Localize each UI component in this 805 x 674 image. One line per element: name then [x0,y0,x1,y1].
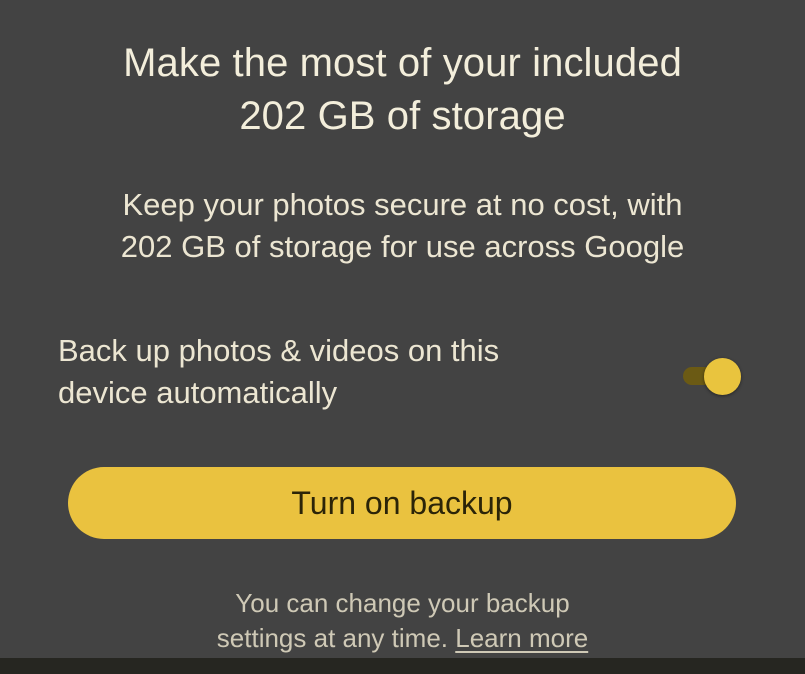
backup-promo-screen: Make the most of your included 202 GB of… [0,0,805,674]
storage-description: Keep your photos secure at no cost, with… [60,184,745,268]
title-line-1: Make the most of your included [123,41,682,85]
footer-line-1: You can change your backup [235,588,570,618]
auto-backup-label-line-1: Back up photos & videos on this [58,333,500,368]
footer-line-2-prefix: settings at any time. [216,623,449,653]
auto-backup-label: Back up photos & videos on this device a… [58,330,618,414]
page-title: Make the most of your included 202 GB of… [40,37,765,143]
learn-more-link[interactable]: Learn more [455,623,588,653]
auto-backup-toggle-switch[interactable] [683,358,741,395]
backup-settings-note: You can change your backup settings at a… [120,586,685,656]
title-line-2: 202 GB of storage [239,94,566,138]
toggle-thumb [704,358,741,395]
turn-on-backup-button[interactable]: Turn on backup [68,467,736,539]
bottom-edge-bar [0,658,805,674]
turn-on-backup-button-label: Turn on backup [291,484,513,521]
auto-backup-label-line-2: device automatically [58,375,338,410]
description-line-1: Keep your photos secure at no cost, with [122,187,683,222]
description-line-2: 202 GB of storage for use across Google [120,229,685,264]
auto-backup-setting-row[interactable]: Back up photos & videos on this device a… [58,330,748,415]
